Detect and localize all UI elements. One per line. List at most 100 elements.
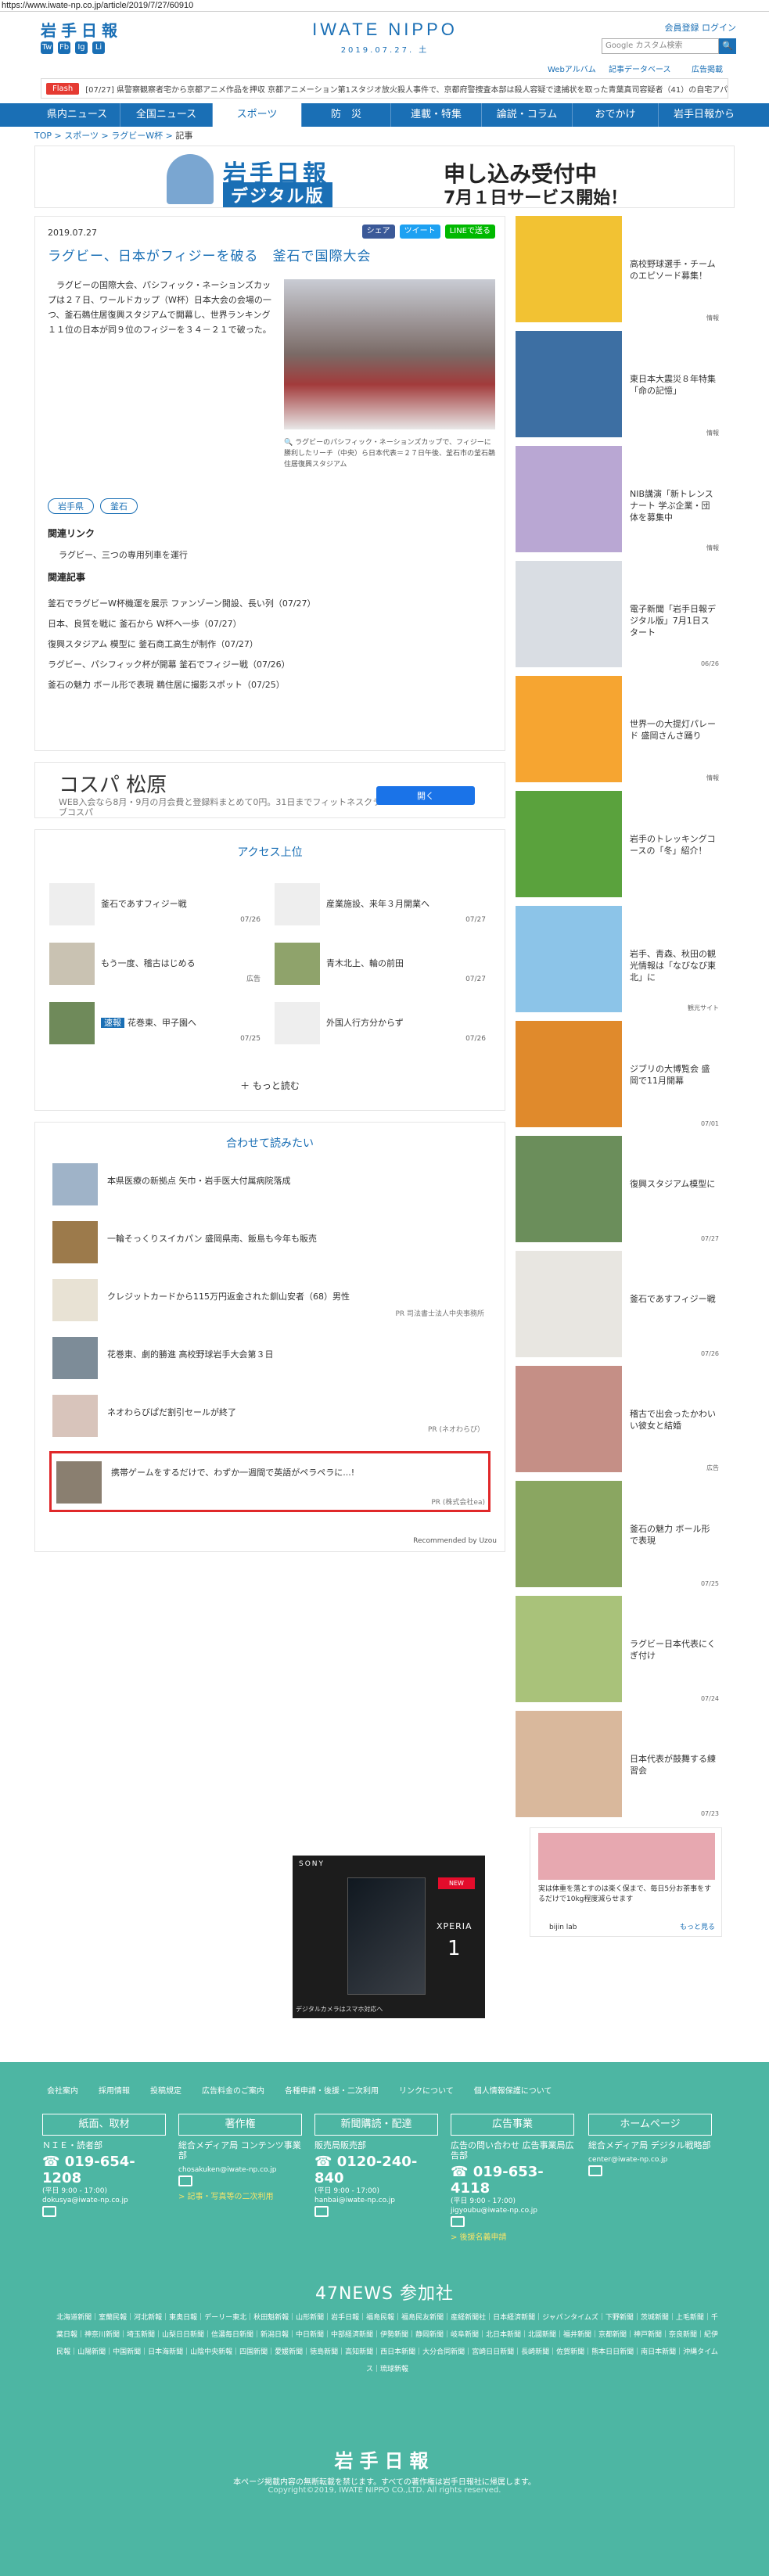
sidebar-item[interactable]: ラグビー日本代表にくぎ付け 07/24 (516, 1596, 722, 1702)
ad-more-link[interactable]: もっと見る (680, 1921, 715, 1931)
related-article[interactable]: 釜石の魅力 ボール形で表現 鵜住居に撮影スポット（07/25） (48, 675, 486, 695)
ranking-item[interactable]: 速報 花巻東、甲子園へ 07/25 (49, 1002, 261, 1044)
sidebar-item[interactable]: 世界一の大提灯パレード 盛岡さんさ踊り 情報 (516, 676, 722, 782)
nav-outing[interactable]: おでかけ (573, 103, 659, 127)
digital-edition-banner[interactable]: 岩手日報 デジタル版 申し込み受付中 7月１日サービス開始！ (34, 146, 735, 208)
read-more-button[interactable]: ＋ もっと読む (35, 1079, 505, 1092)
sidebar-item[interactable]: 復興スタジアム模型に 07/27 (516, 1136, 722, 1242)
recommended-item[interactable]: 一輪そっくりスイカパン 盛岡県南、飯島も今年も販売 (52, 1221, 487, 1263)
sidebar-item[interactable]: 電子新聞「岩手日報デジタル版」7月1日スタート 06/26 (516, 561, 722, 667)
brand-name[interactable]: IWATE NIPPO (307, 20, 463, 40)
cospa-ad[interactable]: コスパ 松原 WEB入会なら8月・9月の月会費と登録料まとめて0円。31日までフ… (34, 762, 505, 818)
nav-column[interactable]: 論説・コラム (482, 103, 573, 127)
facebook-icon[interactable]: Fb (58, 41, 70, 54)
member-papers[interactable]: 北海道新聞｜室蘭民報｜河北新報｜東奥日報｜デーリー東北｜秋田魁新報｜山形新聞｜岩… (55, 2309, 720, 2378)
footer-email[interactable]: chosakuken@iwate-np.co.jp (178, 2165, 302, 2175)
recommended-item-highlighted[interactable]: 携帯ゲームをするだけで、わずか一週間で英語がペラペラに...! PR (株式会社e… (49, 1451, 491, 1512)
nav-national[interactable]: 全国ニュース (120, 103, 213, 127)
breadcrumb-sports[interactable]: スポーツ (64, 131, 99, 141)
ranking-item[interactable]: 外国人行方分からず 07/26 (275, 1002, 486, 1044)
footer-link[interactable]: 会社案内 (47, 2084, 78, 2096)
sidebar-item[interactable]: NIB講演「新トレンスナート 学ぶ企業・団体を募集中 情報 (516, 446, 722, 552)
search-icon[interactable]: 🔍 (719, 38, 736, 54)
ranking-item-title: もう一度、稽古はじめる (101, 958, 196, 968)
sidebar-ad[interactable]: 実は体重を落とすのは楽く保まで、毎日5分お茶事をするだけで10kg程度減らせます… (530, 1827, 722, 1937)
tag-kamaishi[interactable]: 釜石 (100, 498, 138, 514)
related-article[interactable]: ラグビー、パシフィック杯が開幕 釜石でフィジー戦（07/26） (48, 655, 486, 675)
ad-subtitle: WEB入会なら8月・9月の月会費と登録料まとめて0円。31日までフィットネスクラ… (59, 797, 382, 817)
sidebar-item[interactable]: 岩手のトレッキングコースの「冬」紹介！ (516, 791, 722, 897)
sidebar-item[interactable]: 高校野球選手・チームのエピソード募集！ 情報 (516, 216, 722, 322)
nav-from-nippo[interactable]: 岩手日報から (659, 103, 749, 127)
nav-local[interactable]: 県内ニュース (34, 103, 120, 127)
mail-icon[interactable] (588, 2165, 602, 2176)
footer-link[interactable]: 個人情報保護について (474, 2084, 552, 2096)
ranking-item[interactable]: 産業施設、来年３月開業へ 07/27 (275, 883, 486, 925)
related-link[interactable]: ラグビー、三つの専用列車を運行 (59, 548, 188, 561)
site-logo[interactable]: 岩手日報 (41, 18, 122, 41)
footer-logo[interactable]: 岩手日報 (0, 2445, 769, 2473)
register-login-link[interactable]: 会員登録 ログイン (665, 21, 737, 34)
footer-email[interactable]: center@iwate-np.co.jp (588, 2155, 712, 2165)
sidebar-thumb (516, 1596, 622, 1702)
sidebar-item[interactable]: 岩手、青森、秋田の観光情報は「なびなび東北」に 観光サイト (516, 906, 722, 1012)
mail-icon[interactable] (178, 2175, 192, 2186)
mail-icon[interactable] (314, 2205, 329, 2217)
footer-email[interactable]: dokusya@iwate-np.co.jp (42, 2196, 166, 2205)
sidebar-item[interactable]: 釜石の魅力 ボール形で表現 07/25 (516, 1481, 722, 1587)
related-article[interactable]: 釜石でラグビーW杯機運を展示 ファンゾーン開設、長い列（07/27） (48, 594, 486, 614)
article-photo[interactable] (284, 279, 495, 429)
tag-iwate[interactable]: 岩手県 (48, 498, 94, 514)
web-album-link[interactable]: Webアルバム (548, 63, 596, 74)
sony-ad[interactable]: SONY NEW XPERIA 1 デジタルカメラはスマホ対応へ (293, 1856, 485, 2018)
sidebar-item[interactable]: 釜石であすフィジー戦 07/26 (516, 1251, 722, 1357)
nav-sports[interactable]: スポーツ (213, 103, 302, 127)
tweet-button[interactable]: ツイート (399, 225, 440, 239)
flash-text[interactable]: [07/27] 県警察観察者宅から京都アニメ作品を押収 京都アニメーション第1ス… (85, 83, 728, 95)
nav-series[interactable]: 連載・特集 (391, 103, 482, 127)
breadcrumb-top[interactable]: TOP (34, 131, 52, 141)
recommended-item[interactable]: 花巻東、劇的勝進 高校野球岩手大会第３日 (52, 1337, 487, 1379)
nav-disaster[interactable]: 防 災 (302, 103, 391, 127)
rec-thumb (52, 1279, 98, 1321)
ad-open-button[interactable]: 開く (376, 786, 475, 805)
breadcrumb-rugby[interactable]: ラグビーW杯 (111, 131, 163, 141)
footer-link[interactable]: 各種申請・後援・二次利用 (285, 2084, 379, 2096)
line-share-button[interactable]: LINEで送る (444, 225, 495, 239)
related-article[interactable]: 復興スタジアム 模型に 釜石商工高生が制作（07/27） (48, 634, 486, 655)
recommended-item[interactable]: クレジットカードから115万円返金された釧山安者（68）男性 PR 司法書士法人中… (52, 1279, 487, 1321)
footer-email[interactable]: jigyoubu@iwate-np.co.jp (451, 2206, 574, 2215)
footer-phone[interactable]: ☎ 0120-240-840 (314, 2154, 438, 2186)
footer-secondary-link[interactable]: > 後援名義申請 (451, 2230, 574, 2242)
ranking-item[interactable]: もう一度、稽古はじめる 広告 (49, 943, 261, 985)
footer-phone[interactable]: ☎ 019-654-1208 (42, 2154, 166, 2186)
sidebar-item[interactable]: 日本代表が鼓舞する練習会 07/23 (516, 1711, 722, 1817)
ranking-item[interactable]: 釜石であすフィジー戦 07/26 (49, 883, 261, 925)
article-db-link[interactable]: 記事データベース (609, 63, 671, 74)
url-bar[interactable]: https://www.iwate-np.co.jp/article/2019/… (0, 0, 769, 11)
sidebar-item[interactable]: ジブリの大博覧会 盛岡で11月開幕 07/01 (516, 1021, 722, 1127)
footer-link[interactable]: 採用情報 (99, 2084, 130, 2096)
footer-secondary-link[interactable]: > 記事・写真等の二次利用 (178, 2190, 302, 2201)
footer-link[interactable]: 投稿規定 (150, 2084, 181, 2096)
ranking-item[interactable]: 青木北上、輪の前田 07/27 (275, 943, 486, 985)
mail-icon[interactable] (451, 2215, 465, 2227)
ad-link[interactable]: 広告掲載 (692, 63, 723, 74)
sidebar-item[interactable]: 稽古で出会ったかわいい彼女と結婚 広告 (516, 1366, 722, 1472)
flash-news[interactable]: Flash [07/27] 県警察観察者宅から京都アニメ作品を押収 京都アニメー… (41, 78, 728, 99)
footer-link[interactable]: 広告料金のご案内 (202, 2084, 264, 2096)
powered-by-uzou[interactable]: Recommended by Uzou (413, 1537, 497, 1545)
fb-share-button[interactable]: シェア (361, 225, 395, 239)
mail-icon[interactable] (42, 2205, 56, 2217)
line-icon[interactable]: Li (92, 41, 105, 54)
search-input[interactable]: Google カスタム検索 (602, 38, 719, 54)
recommended-item[interactable]: ネオわらびぱだ割引セールが終了 PR (ネオわらび） (52, 1395, 487, 1437)
footer-phone[interactable]: ☎ 019-653-4118 (451, 2164, 574, 2197)
footer-email[interactable]: hanbai@iwate-np.co.jp (314, 2196, 438, 2205)
related-article[interactable]: 日本、良質を戦に 釜石から W杯へ一歩（07/27） (48, 614, 486, 634)
recommended-item[interactable]: 本県医療の新拠点 矢巾・岩手医大付属病院落成 (52, 1163, 487, 1205)
instagram-icon[interactable]: Ig (75, 41, 88, 54)
twitter-icon[interactable]: Tw (41, 41, 53, 54)
sidebar-item[interactable]: 東日本大震災８年特集「命の記憶」 情報 (516, 331, 722, 437)
footer-link[interactable]: リンクについて (399, 2084, 454, 2096)
